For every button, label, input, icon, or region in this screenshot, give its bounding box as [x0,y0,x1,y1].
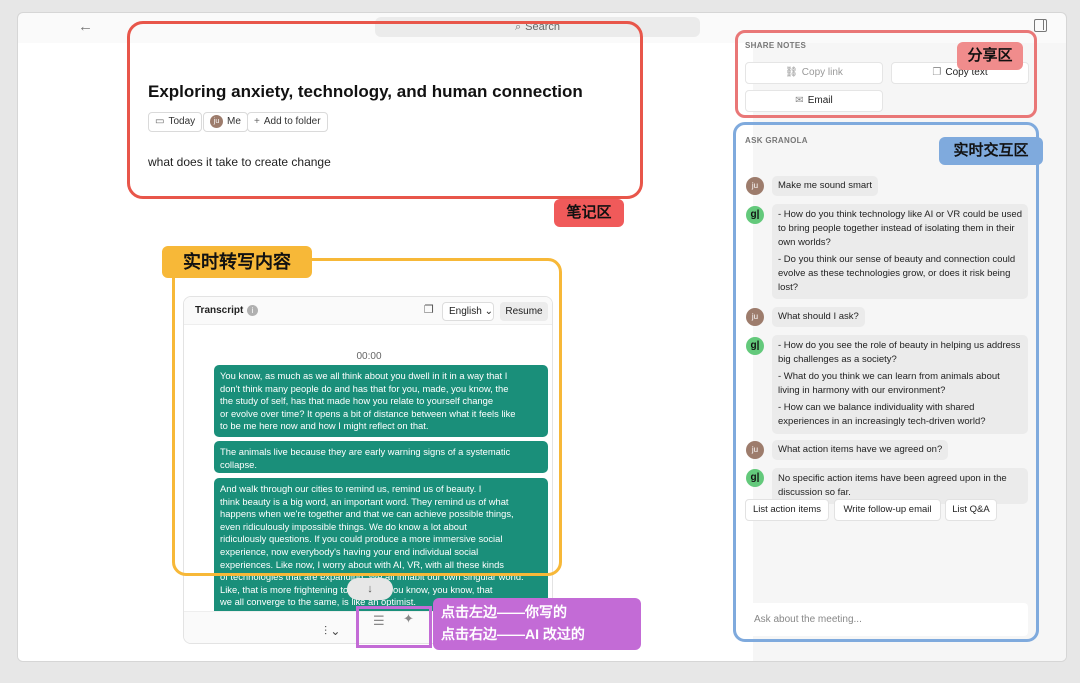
view-toggle-highlight [356,606,432,648]
notes-area-highlight [127,21,643,199]
transcript-area-tag: 实时转写内容 [162,246,312,278]
avatar: ju [210,114,223,128]
back-arrow-icon[interactable]: ← [78,18,93,35]
sparkle-icon[interactable]: ✦ [403,611,414,627]
note-body[interactable]: what does it take to create change [148,155,331,169]
person-chip-label: Me [227,116,241,127]
ask-area-highlight [733,122,1039,642]
calendar-icon: ▭ [155,116,165,127]
note-title[interactable]: Exploring anxiety, technology, and human… [148,82,583,102]
share-area-tag: 分享区 [957,42,1023,70]
scroll-down-button[interactable]: ↓ [347,578,393,600]
sidebar-toggle-icon[interactable] [1034,19,1047,32]
person-chip[interactable]: ju Me [203,112,248,132]
date-chip[interactable]: ▭ Today [148,112,203,132]
view-toggle-tag: 点击左边——你写的 点击右边——AI 改过的 [433,598,641,650]
transcript-area-highlight [172,258,562,576]
audio-wave-icon[interactable]: ⫶ ⌄ [324,624,340,639]
add-to-folder-label: Add to folder [263,116,321,127]
notes-view-icon[interactable]: ☰ [373,613,385,629]
notes-area-tag: 笔记区 [554,199,624,227]
toggle-hint-line2: 点击右边——AI 改过的 [441,626,585,642]
add-to-folder-button[interactable]: + Add to folder [247,112,328,132]
plus-icon: + [254,116,260,127]
toggle-hint-line1: 点击左边——你写的 [441,604,567,620]
date-chip-label: Today [168,116,196,127]
arrow-down-icon: ↓ [367,583,373,595]
ask-area-tag: 实时交互区 [939,137,1043,165]
